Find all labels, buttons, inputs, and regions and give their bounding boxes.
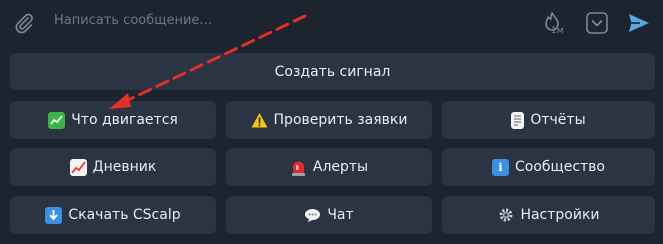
community-button[interactable]: i Сообщество xyxy=(442,148,655,186)
button-label: Создать сигнал xyxy=(274,63,391,80)
receipt-icon xyxy=(511,111,525,129)
whats-moving-button[interactable]: Что двигается xyxy=(10,101,216,139)
info-icon: i xyxy=(491,158,509,176)
create-signal-button[interactable]: Создать сигнал xyxy=(10,53,655,90)
check-orders-button[interactable]: Проверить заявки xyxy=(226,101,432,139)
chat-button[interactable]: Чат xyxy=(226,196,432,234)
journal-button[interactable]: Дневник xyxy=(10,148,216,186)
timer-label: 1м xyxy=(551,26,564,36)
bot-keyboard: Создать сигнал Что двигается Проверить з… xyxy=(0,46,663,244)
button-label: Отчёты xyxy=(530,112,586,128)
button-label: Сообщество xyxy=(514,159,605,175)
download-cscalp-button[interactable]: Скачать CScalp xyxy=(10,196,216,234)
reports-button[interactable]: Отчёты xyxy=(442,101,655,139)
button-label: Чат xyxy=(327,207,354,223)
send-icon[interactable] xyxy=(627,11,651,35)
down-arrow-icon xyxy=(45,206,63,224)
button-label: Алерты xyxy=(312,159,369,175)
paperclip-icon[interactable] xyxy=(13,11,35,35)
keyboard-toggle-icon[interactable] xyxy=(585,11,609,35)
settings-button[interactable]: Настройки xyxy=(442,196,655,234)
button-label: Проверить заявки xyxy=(273,112,408,128)
button-label: Что двигается xyxy=(71,112,178,128)
speech-bubble-icon xyxy=(304,207,321,224)
alerts-button[interactable]: Алерты xyxy=(226,148,432,186)
chart-up-icon xyxy=(48,111,66,129)
gear-icon xyxy=(497,207,514,224)
button-label: Дневник xyxy=(92,159,157,175)
siren-icon xyxy=(290,159,307,176)
button-label: Настройки xyxy=(520,207,600,223)
warning-icon xyxy=(251,112,268,129)
button-label: Скачать CScalp xyxy=(68,207,181,223)
message-composer: Написать сообщение... 1м xyxy=(0,0,663,46)
message-input[interactable]: Написать сообщение... xyxy=(54,13,212,28)
chart-increasing-icon xyxy=(69,158,87,176)
